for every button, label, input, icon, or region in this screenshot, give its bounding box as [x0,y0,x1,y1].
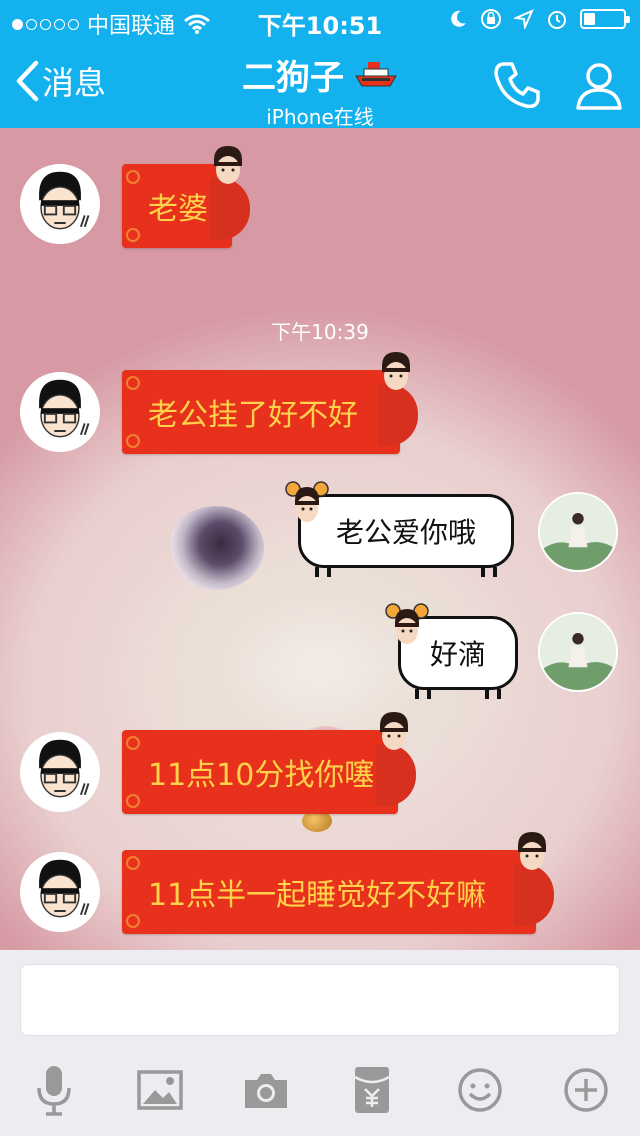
sticker-face-icon [285,481,329,522]
input-toolbar [0,1060,640,1120]
cartoon-avatar-icon [39,171,90,230]
message-bubble[interactable]: 老公挂了好不好 [122,352,418,454]
camera-button[interactable] [236,1060,296,1120]
page-title: 二狗子 [242,58,344,98]
voice-button[interactable] [24,1060,84,1120]
sticker-face-icon [385,603,429,644]
nav-bar: 消息 二狗子 iPhone在线 [0,40,640,129]
message-bubble[interactable]: 11点半一起睡觉好不好嘛 [122,832,554,934]
girl-photo-avatar-icon [540,494,616,570]
message-text: 11点10分找你噻 [148,758,375,793]
message-text: 好滴 [429,638,486,671]
input-area [0,950,640,1136]
moon-icon [451,10,466,27]
chat-timestamp: 下午10:39 [271,320,369,344]
phone-call-icon[interactable] [490,58,544,112]
contact-avatar[interactable] [20,852,100,932]
message-text: 11点半一起睡觉好不好嘛 [148,878,487,913]
plus-icon [564,1068,608,1112]
image-icon [137,1070,183,1110]
microphone-icon [37,1066,71,1116]
message-text: 老婆 [148,192,208,227]
camera-icon [245,1074,287,1108]
alarm-icon [548,11,566,29]
background-cat-eye [168,506,264,590]
sticker-face-icon [382,352,410,390]
sticker-face-icon [518,832,546,870]
sticker-face-icon [214,146,242,184]
message-input[interactable] [20,964,620,1036]
red-packet-icon [354,1067,390,1113]
battery-icon [580,9,630,29]
profile-icon[interactable] [572,58,626,112]
message-text: 老公挂了好不好 [148,398,358,433]
my-avatar[interactable] [538,612,618,692]
status-bar: 中国联通 下午10:51 [0,0,640,40]
rotation-lock-icon [481,9,501,29]
red-packet-button[interactable] [342,1060,402,1120]
ship-icon [355,61,397,86]
chat-area[interactable]: 下午10:39 老婆 老公挂了好不好 老公爱你哦 好滴 11点10分找你噻 11… [0,128,640,950]
cartoon-avatar-icon [39,859,90,918]
online-status: iPhone在线 [266,105,374,129]
contact-avatar[interactable] [20,732,100,812]
message-bubble[interactable]: 老婆 [122,146,250,248]
message-text: 老公爱你哦 [335,516,476,549]
message-bubble[interactable]: 老公爱你哦 [285,481,514,577]
emoji-icon [458,1068,502,1112]
contact-avatar[interactable] [20,372,100,452]
more-button[interactable] [556,1060,616,1120]
top-bar: 中国联通 下午10:51 消息 二狗子 iPhone在线 [0,0,640,129]
location-icon [514,9,534,29]
my-avatar[interactable] [538,492,618,572]
emoji-button[interactable] [450,1060,510,1120]
message-bubble[interactable]: 好滴 [385,603,518,699]
cartoon-avatar-icon [39,739,90,798]
sticker-face-icon [380,712,408,750]
message-bubble[interactable]: 11点10分找你噻 [122,712,416,814]
image-button[interactable] [130,1060,190,1120]
contact-avatar[interactable] [20,164,100,244]
girl-photo-avatar-icon [540,614,616,690]
cartoon-avatar-icon [39,379,90,438]
